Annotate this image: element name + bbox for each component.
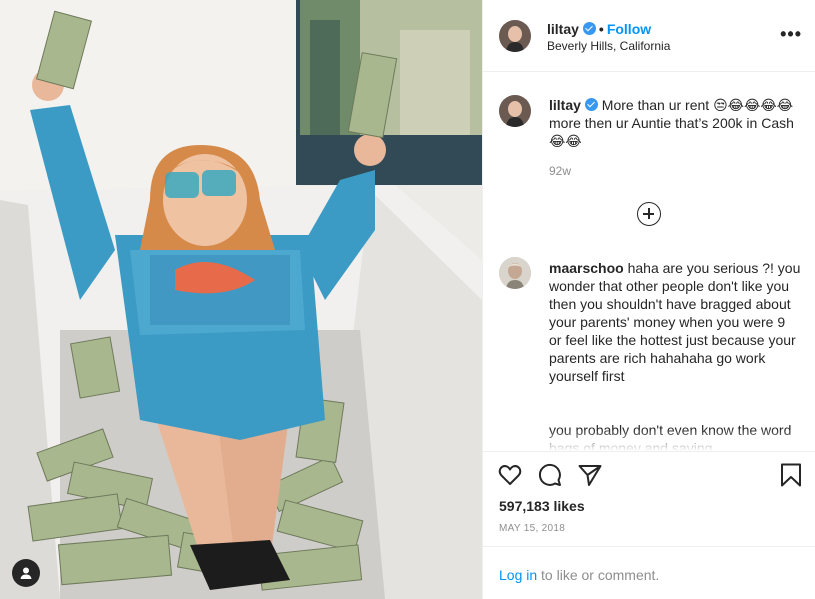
post-details-panel: liltay • Follow Beverly Hills, California …	[482, 0, 815, 599]
likes-count[interactable]: 597,183 likes	[499, 498, 585, 514]
verified-badge-icon	[582, 22, 596, 35]
user-tag-icon	[20, 567, 32, 579]
heart-icon[interactable]	[497, 462, 523, 488]
follow-button[interactable]: Follow	[607, 21, 651, 37]
bookmark-icon[interactable]	[778, 462, 804, 488]
username-link[interactable]: liltay	[547, 21, 579, 37]
comment-text: maarschoo haha are you serious ?! you wo…	[549, 259, 801, 385]
verified-badge-icon	[584, 98, 598, 111]
post-author: liltay • Follow	[547, 21, 651, 37]
post-header: liltay • Follow Beverly Hills, California …	[483, 0, 815, 72]
scroll-fade	[483, 429, 815, 451]
avatar[interactable]	[499, 257, 531, 289]
photo-illustration	[0, 0, 482, 599]
location-link[interactable]: Beverly Hills, California	[547, 39, 670, 53]
comment-username[interactable]: maarschoo	[549, 260, 624, 276]
avatar[interactable]	[499, 95, 531, 127]
post-photo[interactable]	[0, 0, 482, 599]
caption-timestamp[interactable]: 92w	[549, 164, 571, 178]
more-options-icon[interactable]: •••	[780, 25, 802, 43]
load-more-comments-button[interactable]	[637, 202, 661, 226]
dot-separator: •	[598, 21, 604, 37]
login-prompt-text: to like or comment.	[537, 567, 660, 583]
caption-text: liltay More than ur rent 😒😂😂😂😂 more then…	[549, 96, 801, 150]
user-tags-button[interactable]	[12, 559, 40, 587]
post-actions: 597,183 likes MAY 15, 2018	[483, 451, 815, 547]
post-date[interactable]: MAY 15, 2018	[499, 523, 565, 534]
paper-plane-icon[interactable]	[577, 462, 603, 488]
login-prompt: Log in to like or comment.	[499, 567, 659, 583]
comment-body: haha are you serious ?! you wonder that …	[549, 260, 801, 384]
comment-icon[interactable]	[537, 462, 563, 488]
comments-section[interactable]: liltay More than ur rent 😒😂😂😂😂 more then…	[483, 73, 815, 451]
caption-username[interactable]: liltay	[549, 97, 581, 113]
login-link[interactable]: Log in	[499, 567, 537, 583]
avatar[interactable]	[499, 20, 531, 52]
